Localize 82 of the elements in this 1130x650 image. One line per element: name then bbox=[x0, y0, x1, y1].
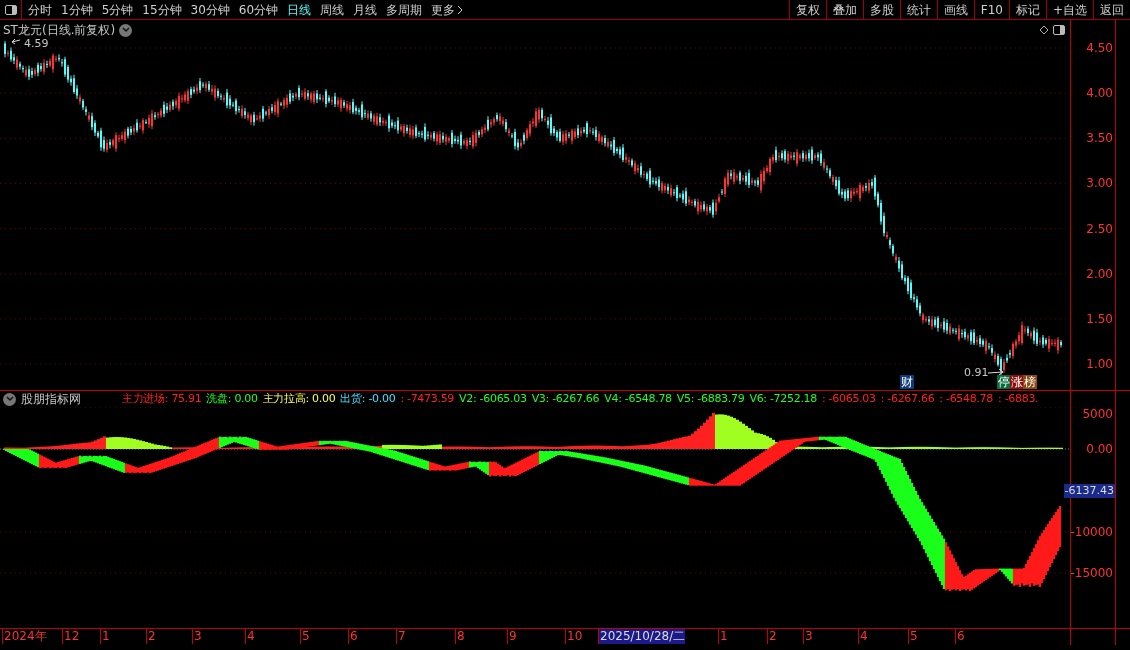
toolbar-button[interactable]: 统计 bbox=[899, 0, 937, 19]
time-axis-label: 5 bbox=[908, 629, 918, 644]
indicator-reading: 洗盘: 0.00 bbox=[206, 390, 258, 407]
event-marker[interactable]: 停 bbox=[997, 375, 1011, 389]
indicator-name: 股朋指标网 bbox=[21, 391, 81, 408]
indicator-reading: : -6267.66 bbox=[880, 390, 935, 407]
time-axis-label: 8 bbox=[455, 629, 465, 644]
time-axis-label: 9 bbox=[507, 629, 517, 644]
panel-toggle-icon[interactable] bbox=[1053, 25, 1065, 35]
indicator-reading: : -6065.03 bbox=[822, 390, 876, 407]
price-axis-label: 3.50 bbox=[1086, 131, 1113, 146]
dropdown-icon[interactable] bbox=[3, 392, 16, 406]
period-tab[interactable]: 15分钟 bbox=[142, 0, 182, 19]
event-marker[interactable]: 榜 bbox=[1023, 375, 1037, 389]
price-axis-label: 1.00 bbox=[1086, 357, 1113, 372]
toolbar-button[interactable]: 叠加 bbox=[825, 0, 863, 19]
period-tab[interactable]: 30分钟 bbox=[190, 0, 230, 19]
time-axis-label: 7 bbox=[396, 629, 406, 644]
event-marker[interactable]: 财 bbox=[900, 375, 914, 389]
time-axis-label: 2025/10/28/二 bbox=[598, 629, 686, 644]
period-tab[interactable]: 5分钟 bbox=[101, 0, 134, 19]
indicator-reading: V4: -6548.78 bbox=[604, 390, 672, 407]
dropdown-icon[interactable] bbox=[119, 23, 133, 37]
time-axis-label: 2024年 bbox=[2, 629, 47, 644]
price-axis-label: 2.50 bbox=[1086, 221, 1113, 236]
time-axis-label: 3 bbox=[192, 629, 202, 644]
current-value-label: -6137.43 bbox=[1063, 484, 1115, 498]
price-axis-label: 4.50 bbox=[1086, 41, 1113, 55]
panel-toggle-icon[interactable] bbox=[4, 4, 17, 15]
chevron-right-icon bbox=[457, 4, 465, 15]
indicator-reading: : -6548.78 bbox=[939, 390, 994, 407]
price-axis-label: 2.00 bbox=[1086, 266, 1113, 281]
indicator-reading: 出货: -0.00 bbox=[340, 390, 396, 407]
time-axis-label: 1 bbox=[100, 629, 110, 644]
time-axis-label: 1 bbox=[718, 629, 728, 644]
time-axis-label: 5 bbox=[300, 629, 310, 644]
toolbar-button[interactable]: 复权 bbox=[788, 0, 826, 19]
time-axis-label: 4 bbox=[858, 629, 868, 644]
toolbar-button[interactable]: 多股 bbox=[862, 0, 900, 19]
indicator-reading: V2: -6065.03 bbox=[459, 390, 527, 407]
low-price-label: 0.91 bbox=[964, 367, 989, 378]
high-arrow-icon bbox=[11, 38, 21, 45]
indicator-reading: : -6883. bbox=[998, 390, 1039, 407]
indicator-reading: V6: -7252.18 bbox=[749, 390, 817, 407]
toolbar-button[interactable]: 画线 bbox=[936, 0, 974, 19]
high-price-label: 4.59 bbox=[24, 38, 49, 49]
indicator-axis-label: 0.00 bbox=[1086, 442, 1113, 456]
indicator-axis-label: -10000 bbox=[1070, 525, 1113, 539]
indicator-reading: V5: -6883.79 bbox=[676, 390, 745, 407]
time-axis-label: 3 bbox=[803, 629, 813, 644]
price-axis-label: 4.00 bbox=[1086, 86, 1113, 101]
time-axis-label: 2 bbox=[767, 629, 777, 644]
time-axis-label: 2 bbox=[146, 629, 156, 644]
time-axis-label: 12 bbox=[62, 629, 80, 644]
indicator-reading: 主力进场: 75.91 bbox=[122, 390, 202, 407]
toolbar-button[interactable]: 返回 bbox=[1093, 0, 1130, 19]
period-tab[interactable]: 周线 bbox=[320, 0, 345, 19]
toolbar-button[interactable]: 标记 bbox=[1008, 0, 1046, 19]
period-tab[interactable]: 60分钟 bbox=[238, 0, 279, 19]
time-axis-label: 6 bbox=[348, 629, 358, 644]
period-tab[interactable]: 分时 bbox=[28, 0, 52, 19]
toolbar-button[interactable]: F10 bbox=[973, 0, 1009, 19]
more-button[interactable]: 更多 bbox=[431, 0, 465, 19]
time-axis-label: 10 bbox=[565, 629, 583, 644]
period-tab[interactable]: 1分钟 bbox=[61, 0, 93, 19]
time-axis-label: 4 bbox=[245, 629, 255, 644]
chart-title: ST龙元(日线.前复权) bbox=[3, 22, 116, 39]
indicator-reading: : -7473.59 bbox=[400, 390, 455, 407]
time-axis-label: 6 bbox=[955, 629, 965, 644]
toolbar-button[interactable]: +自选 bbox=[1045, 0, 1093, 19]
price-axis-label: 3.00 bbox=[1086, 176, 1113, 191]
diamond-icon[interactable] bbox=[1039, 25, 1049, 35]
period-tab[interactable]: 多周期 bbox=[386, 0, 423, 19]
low-arrow-icon bbox=[987, 368, 1004, 376]
indicator-axis-label: 5000 bbox=[1082, 407, 1113, 421]
indicator-reading: V3: -6267.66 bbox=[531, 390, 600, 407]
price-axis-label: 1.50 bbox=[1086, 311, 1113, 326]
period-tab[interactable]: 日线 bbox=[287, 0, 312, 19]
indicator-axis-label: -15000 bbox=[1070, 566, 1113, 580]
period-tab[interactable]: 月线 bbox=[353, 0, 378, 19]
indicator-reading: 主力拉高: 0.00 bbox=[262, 390, 336, 407]
event-marker[interactable]: 涨 bbox=[1010, 375, 1024, 389]
